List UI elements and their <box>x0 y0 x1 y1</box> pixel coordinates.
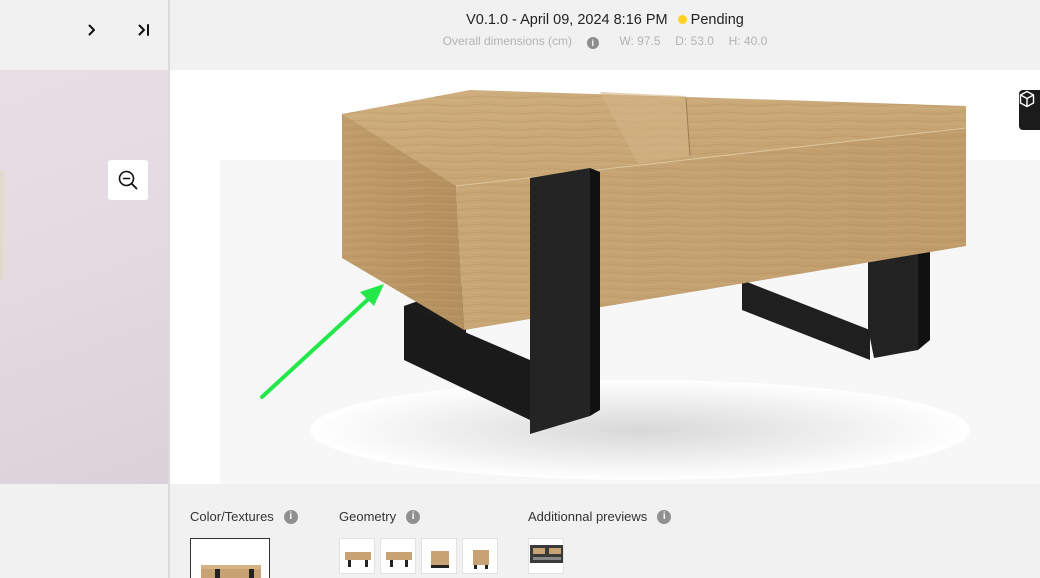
chevron-right-icon <box>88 24 95 36</box>
table-render <box>220 90 1040 484</box>
version-label: V0.1.0 - April 09, 2024 8:16 PM <box>466 12 668 28</box>
dimensions-line: Overall dimensions (cm) i W: 97.5 D: 53.… <box>170 34 1040 49</box>
reference-photo <box>0 70 169 484</box>
geometry-thumbnail-2[interactable] <box>380 538 416 574</box>
skip-to-end-icon <box>138 24 149 36</box>
geometry-section: Geometry i <box>339 509 421 524</box>
left-bottom-area <box>0 484 169 578</box>
zoom-out-icon <box>118 170 138 190</box>
last-button[interactable] <box>132 18 156 42</box>
options-panel: Color/Textures i Geometry i Additionnal … <box>170 484 1040 578</box>
additional-previews-section: Additionnal previews i <box>528 509 672 524</box>
dimension-height: H: 40.0 <box>728 34 768 48</box>
info-icon[interactable]: i <box>586 37 599 49</box>
photo-furniture-edge <box>0 170 6 280</box>
zoom-out-button[interactable] <box>108 160 148 200</box>
info-icon[interactable]: i <box>657 509 672 524</box>
dimension-depth: D: 53.0 <box>675 34 714 48</box>
geometry-thumbnail-1[interactable] <box>339 538 375 574</box>
info-icon[interactable]: i <box>283 509 298 524</box>
geometry-thumbnail-4[interactable] <box>462 538 498 574</box>
color-textures-label: Color/Textures <box>190 509 274 524</box>
left-panel <box>0 0 169 578</box>
app-root: V0.1.0 - April 09, 2024 8:16 PM Pending … <box>0 0 1040 578</box>
left-toolbar <box>0 0 169 70</box>
version-header: V0.1.0 - April 09, 2024 8:16 PM Pending … <box>170 0 1040 70</box>
status-label: Pending <box>690 12 744 28</box>
status-dot <box>677 15 687 25</box>
geometry-thumbnail-3[interactable] <box>421 538 457 574</box>
version-line: V0.1.0 - April 09, 2024 8:16 PM Pending <box>170 12 1040 28</box>
3d-cube-icon <box>1019 90 1035 108</box>
floor-shadow <box>310 380 970 480</box>
texture-thumbnail[interactable] <box>190 538 270 578</box>
texture-preview-image <box>201 565 261 578</box>
next-button[interactable] <box>80 18 104 42</box>
color-textures-section: Color/Textures i <box>190 509 298 524</box>
additional-preview-thumbnail[interactable] <box>528 538 564 574</box>
dimension-width: W: 97.5 <box>619 34 661 48</box>
3d-view-button[interactable] <box>1019 90 1040 130</box>
additional-previews-label: Additionnal previews <box>528 509 648 524</box>
model-viewer[interactable] <box>170 70 1040 484</box>
geometry-label: Geometry <box>339 509 397 524</box>
dimensions-label: Overall dimensions (cm) <box>442 34 573 48</box>
info-icon[interactable]: i <box>406 509 421 524</box>
front-leg <box>530 168 590 434</box>
